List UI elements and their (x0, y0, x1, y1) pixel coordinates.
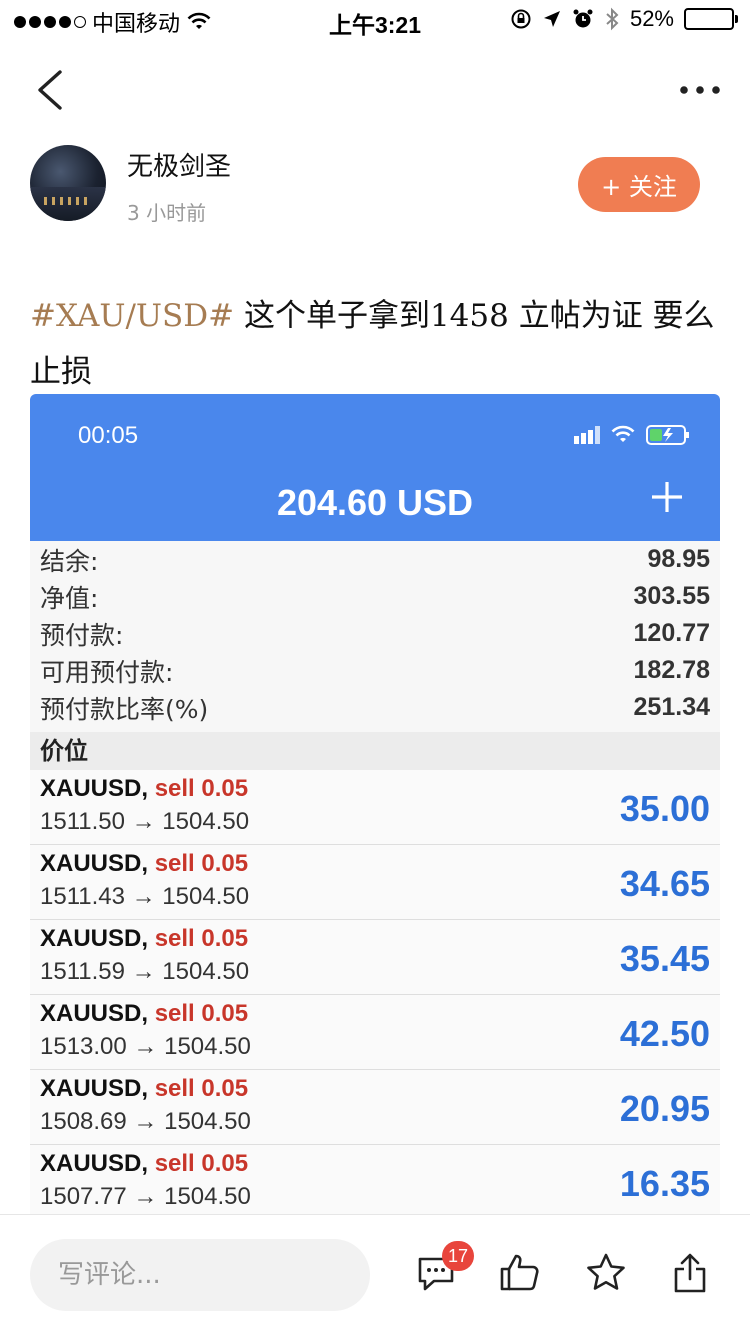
topic-tag-link[interactable]: #XAU/USD# (30, 298, 234, 334)
position-side: sell 0.05 (154, 775, 249, 802)
list-item: XAUUSD, sell 0.05 1513.00 → 1504.50 42.5… (30, 995, 720, 1070)
bluetooth-icon (606, 7, 619, 31)
list-item: XAUUSD, sell 0.05 1508.69 → 1504.50 20.9… (30, 1070, 720, 1145)
position-symbol: XAUUSD, (40, 1075, 149, 1102)
position-side: sell 0.05 (154, 850, 249, 877)
list-item: XAUUSD, sell 0.05 1511.59 → 1504.50 35.4… (30, 920, 720, 995)
battery-percent: 52% (629, 6, 674, 31)
share-icon[interactable] (668, 1251, 712, 1295)
summary-row: 净值: 303.55 (40, 578, 710, 615)
summary-label: 净值: (40, 583, 99, 613)
summary-label: 结余: (40, 546, 99, 576)
position-symbol: XAUUSD, (40, 1000, 149, 1027)
summary-row: 可用预付款: 182.78 (40, 652, 710, 689)
position-side: sell 0.05 (154, 925, 249, 952)
comment-input[interactable]: 写评论... (30, 1239, 370, 1311)
position-side: sell 0.05 (154, 1150, 249, 1177)
summary-row: 预付款比率(%) 251.34 (40, 689, 710, 726)
avatar[interactable] (30, 145, 106, 221)
back-icon[interactable] (28, 66, 76, 114)
position-symbol: XAUUSD, (40, 925, 149, 952)
position-symbol: XAUUSD, (40, 1150, 149, 1177)
account-summary: 结余: 98.95 净值: 303.55 预付款: 120.77 可用预付款: 182.… (30, 541, 720, 731)
signal-icon (574, 426, 600, 444)
image-header: 00:05 204.60 USD (30, 394, 720, 541)
position-prices: 1511.43 → 1504.50 (40, 883, 250, 910)
positions-section-title: 价位 (30, 732, 720, 770)
position-prices: 1507.77 → 1504.50 (40, 1183, 251, 1210)
summary-label: 可用预付款: (40, 657, 174, 687)
summary-value: 98.95 (647, 545, 710, 573)
status-bar: 中国移动 上午3:21 52% (0, 0, 750, 40)
summary-row: 预付款: 120.77 (40, 615, 710, 652)
battery-icon (684, 8, 738, 30)
more-options-icon[interactable] (676, 70, 724, 110)
add-icon (652, 482, 682, 512)
position-side: sell 0.05 (154, 1075, 249, 1102)
summary-value: 251.34 (633, 693, 710, 721)
position-prices: 1511.50 → 1504.50 (40, 808, 250, 835)
status-bar-right: 52% (510, 6, 738, 32)
post-time: 3 小时前 (127, 201, 207, 225)
summary-label: 预付款比率(%) (40, 694, 209, 724)
positions-list: XAUUSD, sell 0.05 1511.50 → 1504.50 35.0… (30, 770, 720, 1214)
summary-value: 182.78 (633, 656, 710, 684)
position-symbol: XAUUSD, (40, 850, 149, 877)
author-name[interactable]: 无极剑圣 (127, 146, 231, 183)
follow-button[interactable]: + 关注 (578, 157, 700, 212)
list-item: XAUUSD, sell 0.05 1511.50 → 1504.50 35.0… (30, 770, 720, 845)
list-item: XAUUSD, sell 0.05 1507.77 → 1504.50 16.3… (30, 1145, 720, 1214)
rotation-lock-icon (511, 9, 531, 29)
summary-value: 120.77 (633, 619, 710, 647)
post-image[interactable]: 00:05 204.60 USD 结余: 98.95 净值: 303.55 预付… (30, 394, 720, 1214)
post-text: #XAU/USD# 这个单子拿到1458 立帖为证 要么止损 (30, 288, 725, 400)
position-prices: 1513.00 → 1504.50 (40, 1033, 251, 1060)
position-symbol: XAUUSD, (40, 775, 149, 802)
image-status-time: 00:05 (78, 422, 139, 449)
comment-count-badge: 17 (442, 1241, 475, 1271)
position-profit: 35.45 (619, 938, 710, 979)
location-icon (543, 11, 560, 27)
alarm-icon (573, 9, 593, 28)
summary-value: 303.55 (633, 582, 710, 610)
position-prices: 1511.59 → 1504.50 (40, 958, 250, 985)
position-profit: 34.65 (619, 863, 710, 904)
position-side: sell 0.05 (154, 1000, 249, 1027)
image-status-icons (574, 424, 690, 446)
position-profit: 42.50 (619, 1013, 710, 1054)
list-item: XAUUSD, sell 0.05 1511.43 → 1504.50 34.6… (30, 845, 720, 920)
bottom-action-bar: 写评论... 17 (0, 1214, 750, 1334)
charging-battery-icon (646, 425, 689, 445)
position-prices: 1508.69 → 1504.50 (40, 1108, 251, 1135)
wifi-icon (611, 425, 635, 442)
summary-row: 结余: 98.95 (40, 541, 710, 578)
position-profit: 35.00 (619, 788, 710, 829)
like-icon[interactable] (498, 1251, 542, 1295)
position-profit: 16.35 (619, 1163, 710, 1204)
position-profit: 20.95 (619, 1088, 710, 1129)
favorite-icon[interactable] (584, 1251, 628, 1295)
balance-title: 204.60 USD (276, 482, 474, 523)
summary-label: 预付款: (40, 620, 124, 650)
